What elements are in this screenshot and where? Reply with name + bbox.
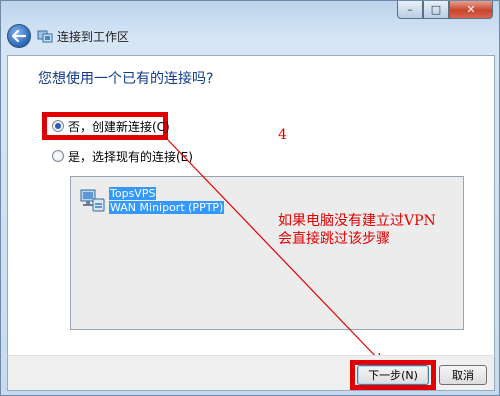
wizard-footer: 下一步(N) 取消 xyxy=(7,355,495,391)
vpn-connection-icon xyxy=(80,189,105,212)
wizard-titlebar: 连接到工作区 xyxy=(7,23,129,49)
back-arrow-icon[interactable] xyxy=(7,24,31,48)
wizard-window: – □ ✕ 连接到工作区 您想使用一个已有的连接吗? 否，创建新连接(C) 是，… xyxy=(0,0,500,396)
list-item-connection-name[interactable]: TopsVPS xyxy=(109,187,157,200)
window-title: 连接到工作区 xyxy=(57,29,130,44)
annotation-note-line1: 如果电脑没有建立过VPN xyxy=(278,213,436,229)
minimize-button[interactable]: – xyxy=(397,1,423,19)
next-button[interactable]: 下一步(N) xyxy=(357,365,429,385)
window-caption-buttons: – □ ✕ xyxy=(397,1,493,21)
maximize-button[interactable]: □ xyxy=(423,1,449,19)
list-item-connection-type[interactable]: WAN Miniport (PPTP) xyxy=(109,201,225,214)
page-question: 您想使用一个已有的连接吗? xyxy=(38,71,214,87)
option-yes-label[interactable]: 是，选择现有的连接(E) xyxy=(68,148,193,165)
existing-connections-list[interactable]: TopsVPS WAN Miniport (PPTP) xyxy=(70,176,464,330)
annotation-note-line2: 会直接跳过该步骤 xyxy=(278,231,390,247)
annotation-step-number: 4 xyxy=(278,127,287,143)
annotation-note: 如果电脑没有建立过VPN 会直接跳过该步骤 xyxy=(278,212,436,248)
wizard-content: 您想使用一个已有的连接吗? 否，创建新连接(C) 是，选择现有的连接(E) To… xyxy=(7,55,495,363)
network-workplace-icon xyxy=(37,30,53,43)
radio-option-no[interactable] xyxy=(52,120,64,132)
radio-option-yes[interactable] xyxy=(52,150,64,162)
close-button[interactable]: ✕ xyxy=(449,1,493,19)
option-no-label[interactable]: 否，创建新连接(C) xyxy=(68,118,170,135)
cancel-button[interactable]: 取消 xyxy=(439,365,487,385)
